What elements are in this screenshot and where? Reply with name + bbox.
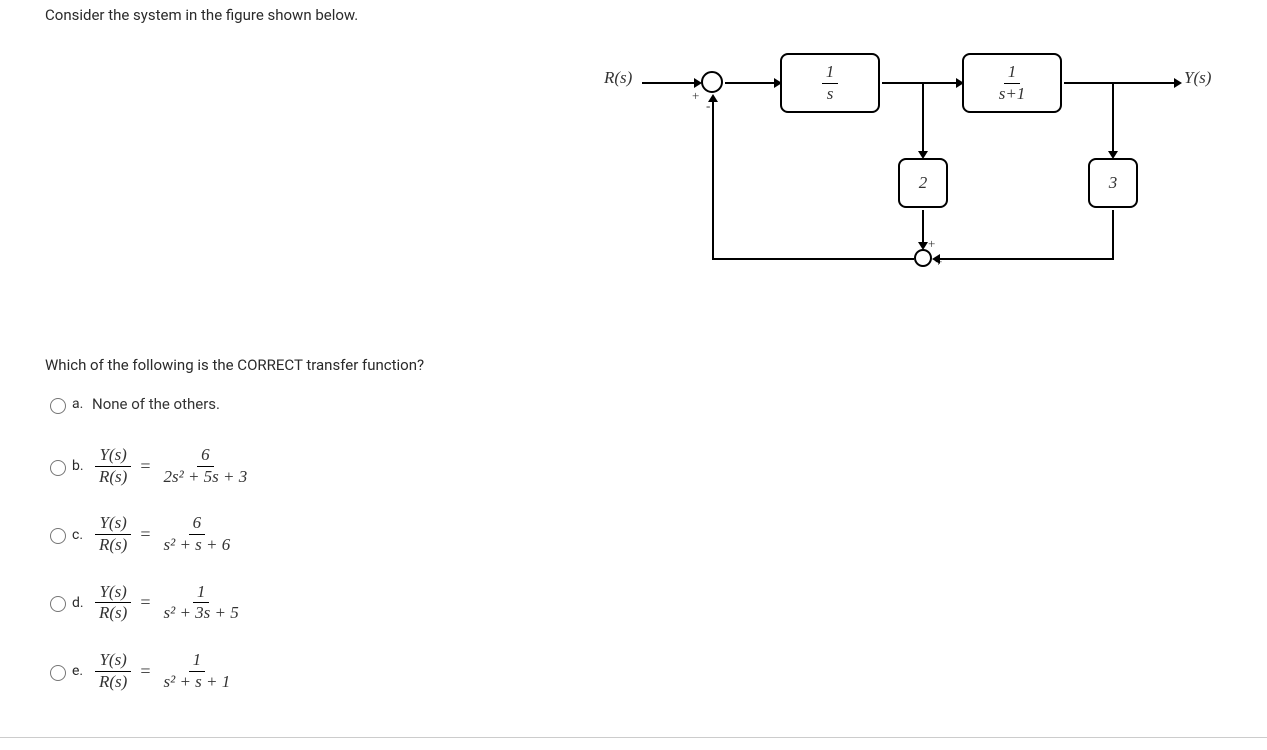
block-fb1: 2 [898, 158, 948, 208]
option-formula: Y(s)R(s) = 62s² + 5s + 3 [92, 446, 254, 486]
summing-junction-1 [701, 71, 723, 93]
block-g2-den: s+1 [995, 84, 1030, 104]
plus-sign: + [692, 88, 699, 104]
rhs-den: s² + 3s + 5 [159, 603, 242, 623]
radio-c[interactable] [50, 528, 66, 544]
option-letter: c. [72, 527, 92, 543]
wire [712, 258, 914, 260]
wire [922, 82, 962, 84]
rhs-den: 2s² + 5s + 3 [159, 467, 251, 487]
radio-d[interactable] [50, 596, 66, 612]
wire [934, 258, 1114, 260]
option-d[interactable]: d. Y(s)R(s) = 1s² + 3s + 5 [45, 583, 254, 623]
rhs-num: 1 [189, 651, 206, 672]
lhs-den: R(s) [95, 467, 131, 487]
divider [0, 737, 1267, 738]
block-g1: 1s [780, 53, 880, 113]
radio-b[interactable] [50, 460, 66, 476]
lhs-num: Y(s) [95, 651, 130, 672]
block-fb2: 3 [1088, 158, 1138, 208]
option-formula: Y(s)R(s) = 1s² + s + 1 [92, 651, 237, 691]
question-intro: Consider the system in the figure shown … [45, 6, 358, 24]
wire [725, 82, 780, 84]
block-g2: 1s+1 [962, 53, 1062, 113]
option-a[interactable]: a. None of the others. [45, 390, 254, 418]
radio-e[interactable] [50, 665, 66, 681]
options-group: a. None of the others. b. Y(s)R(s) = 62s… [45, 390, 254, 720]
option-letter: b. [72, 458, 92, 474]
wire [1112, 210, 1114, 259]
option-formula: Y(s)R(s) = 1s² + 3s + 5 [92, 583, 246, 623]
rhs-den: s² + s + 6 [159, 535, 234, 555]
option-e[interactable]: e. Y(s)R(s) = 1s² + s + 1 [45, 651, 254, 691]
option-b[interactable]: b. Y(s)R(s) = 62s² + 5s + 3 [45, 446, 254, 486]
option-text: None of the others. [92, 395, 220, 413]
rhs-num: 1 [193, 583, 210, 604]
wire [922, 82, 924, 157]
wire [1112, 82, 1114, 157]
wire [882, 82, 924, 84]
option-c[interactable]: c. Y(s)R(s) = 6s² + s + 6 [45, 514, 254, 554]
lhs-num: Y(s) [95, 446, 130, 467]
plus-sign: + [928, 236, 935, 252]
lhs-num: Y(s) [95, 514, 130, 535]
block-diagram: R(s) + - 1s 1s+1 Y(s) 2 3 + + [600, 50, 1240, 310]
wire [1064, 82, 1114, 84]
lhs-den: R(s) [95, 535, 131, 555]
radio-a[interactable] [50, 398, 66, 414]
option-letter: d. [72, 595, 92, 611]
block-g1-den: s [823, 84, 838, 104]
lhs-den: R(s) [95, 603, 131, 623]
lhs-den: R(s) [95, 672, 131, 692]
lhs-num: Y(s) [95, 583, 130, 604]
rhs-den: s² + s + 1 [159, 672, 234, 692]
block-g2-num: 1 [1004, 63, 1021, 84]
wire [922, 210, 924, 248]
output-label: Y(s) [1184, 68, 1211, 88]
rhs-num: 6 [189, 514, 206, 535]
rhs-num: 6 [197, 446, 214, 467]
wire [642, 82, 700, 84]
wire [712, 96, 714, 259]
option-letter: e. [72, 663, 92, 679]
wire [1112, 82, 1180, 84]
option-formula: Y(s)R(s) = 6s² + s + 6 [92, 514, 237, 554]
input-label: R(s) [604, 68, 632, 88]
option-letter: a. [72, 396, 92, 412]
block-g1-num: 1 [822, 63, 839, 84]
question-prompt: Which of the following is the CORRECT tr… [45, 356, 424, 374]
